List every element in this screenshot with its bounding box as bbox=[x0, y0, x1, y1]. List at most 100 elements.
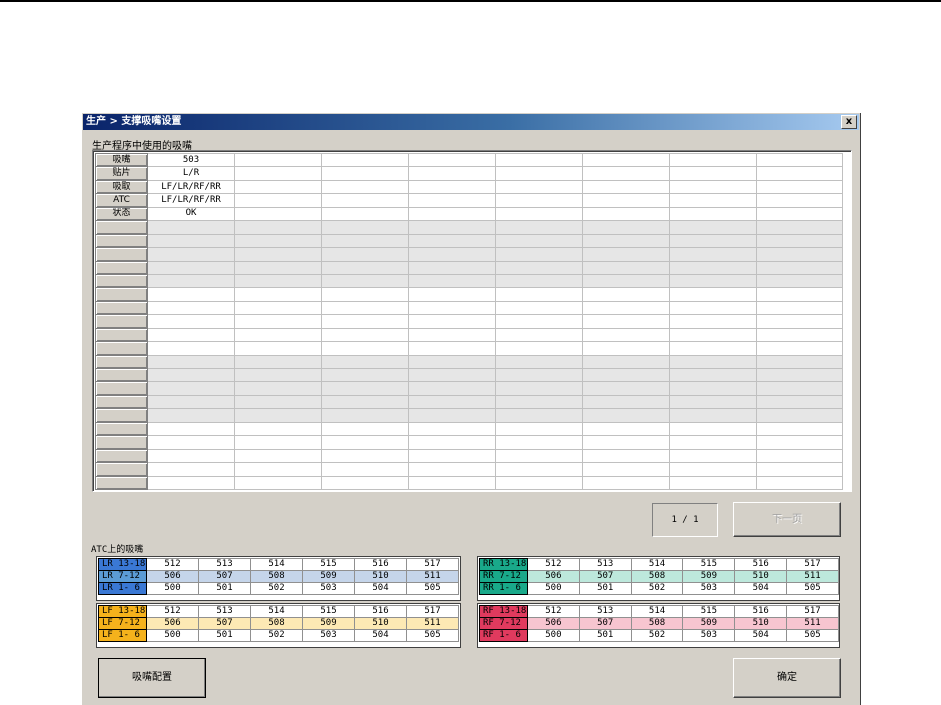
atc-nozzle-cell[interactable]: 517 bbox=[406, 605, 459, 618]
atc-nozzle-cell[interactable]: 500 bbox=[146, 582, 199, 595]
atc-nozzle-cell[interactable]: 503 bbox=[682, 582, 736, 595]
grid-cell bbox=[321, 408, 409, 423]
confirm-button[interactable]: 确定 bbox=[733, 658, 841, 698]
atc-row-label: RR 1- 6 bbox=[479, 582, 528, 595]
atc-nozzle-cell[interactable]: 510 bbox=[734, 617, 788, 630]
atc-nozzle-cell[interactable]: 511 bbox=[406, 617, 459, 630]
atc-nozzle-cell[interactable]: 509 bbox=[302, 617, 355, 630]
atc-nozzle-cell[interactable]: 512 bbox=[146, 558, 199, 571]
atc-nozzle-cell[interactable]: 504 bbox=[734, 629, 788, 642]
atc-nozzle-cell[interactable]: 509 bbox=[682, 617, 736, 630]
atc-nozzle-cell[interactable]: 502 bbox=[250, 582, 303, 595]
nozzle-config-button[interactable]: 吸嘴配置 bbox=[98, 658, 206, 698]
atc-nozzle-cell[interactable]: 510 bbox=[734, 570, 788, 583]
atc-nozzle-cell[interactable]: 501 bbox=[578, 582, 632, 595]
atc-nozzle-cell[interactable]: 504 bbox=[354, 582, 407, 595]
grid-cell bbox=[234, 354, 322, 370]
atc-nozzle-cell[interactable]: 504 bbox=[734, 582, 788, 595]
atc-nozzle-cell[interactable]: 514 bbox=[630, 558, 684, 571]
atc-nozzle-cell[interactable]: 501 bbox=[578, 629, 632, 642]
atc-nozzle-cell[interactable]: 508 bbox=[630, 570, 684, 583]
atc-nozzle-cell[interactable]: 515 bbox=[682, 605, 736, 618]
atc-nozzle-cell[interactable]: 513 bbox=[198, 558, 251, 571]
atc-nozzle-cell[interactable]: 513 bbox=[578, 558, 632, 571]
atc-nozzle-cell[interactable]: 501 bbox=[198, 582, 251, 595]
atc-nozzle-cell[interactable]: 513 bbox=[198, 605, 251, 618]
atc-nozzle-cell[interactable]: 515 bbox=[682, 558, 736, 571]
grid-cell bbox=[234, 166, 322, 181]
atc-nozzle-cell[interactable]: 502 bbox=[630, 582, 684, 595]
grid-cell bbox=[234, 260, 322, 275]
atc-nozzle-cell[interactable]: 517 bbox=[786, 605, 839, 618]
close-button[interactable]: x bbox=[841, 115, 857, 129]
atc-nozzle-cell[interactable]: 505 bbox=[406, 582, 459, 595]
atc-nozzle-cell[interactable]: 515 bbox=[302, 605, 355, 618]
atc-nozzle-cell[interactable]: 506 bbox=[526, 617, 580, 630]
atc-nozzle-cell[interactable]: 510 bbox=[354, 617, 407, 630]
atc-nozzle-cell[interactable]: 504 bbox=[354, 629, 407, 642]
grid-cell bbox=[756, 193, 843, 208]
atc-nozzle-cell[interactable]: 503 bbox=[682, 629, 736, 642]
atc-nozzle-cell[interactable]: 503 bbox=[302, 629, 355, 642]
row-header bbox=[95, 341, 148, 356]
grid-cell bbox=[321, 233, 409, 249]
atc-nozzle-cell[interactable]: 501 bbox=[198, 629, 251, 642]
next-page-button[interactable]: 下一页 bbox=[733, 502, 841, 537]
atc-row: RR 1- 6 500 501 502 503 504 505 bbox=[479, 582, 839, 595]
atc-nozzle-cell[interactable]: 516 bbox=[734, 558, 788, 571]
atc-nozzle-cell[interactable]: 515 bbox=[302, 558, 355, 571]
atc-nozzle-cell[interactable]: 516 bbox=[354, 558, 407, 571]
atc-nozzle-cell[interactable]: 507 bbox=[198, 570, 251, 583]
grid-cell bbox=[669, 152, 757, 168]
grid-cell bbox=[321, 260, 409, 275]
atc-nozzle-cell[interactable]: 512 bbox=[526, 558, 580, 571]
atc-nozzle-cell[interactable]: 506 bbox=[526, 570, 580, 583]
atc-nozzle-cell[interactable]: 513 bbox=[578, 605, 632, 618]
atc-nozzle-cell[interactable]: 500 bbox=[526, 582, 580, 595]
atc-nozzle-cell[interactable]: 507 bbox=[198, 617, 251, 630]
atc-nozzle-cell[interactable]: 509 bbox=[302, 570, 355, 583]
used-nozzles-grid[interactable]: 吸嘴 503 贴片 L/R 吸取 LF/LR/RF/RR ATC LF/LR/RF/RR 状态 O… bbox=[92, 150, 852, 492]
grid-cell bbox=[234, 287, 322, 302]
atc-nozzle-cell[interactable]: 503 bbox=[302, 582, 355, 595]
atc-nozzle-cell[interactable]: 505 bbox=[786, 582, 839, 595]
atc-nozzles-label: ATC上的吸嘴 bbox=[91, 545, 144, 555]
atc-nozzle-cell[interactable]: 502 bbox=[630, 629, 684, 642]
atc-nozzle-cell[interactable]: 512 bbox=[146, 605, 199, 618]
atc-nozzle-cell[interactable]: 506 bbox=[146, 617, 199, 630]
atc-nozzle-cell[interactable]: 508 bbox=[250, 570, 303, 583]
atc-nozzle-cell[interactable]: 511 bbox=[786, 570, 839, 583]
atc-nozzle-cell[interactable]: 511 bbox=[406, 570, 459, 583]
row-header bbox=[95, 260, 148, 275]
atc-nozzle-cell[interactable]: 502 bbox=[250, 629, 303, 642]
atc-nozzle-cell[interactable]: 507 bbox=[578, 617, 632, 630]
atc-nozzle-cell[interactable]: 512 bbox=[526, 605, 580, 618]
title-bar[interactable]: 生产 > 支撑吸嘴设置 x bbox=[83, 114, 859, 130]
grid-cell bbox=[582, 300, 670, 316]
grid-cell bbox=[147, 287, 235, 302]
atc-nozzle-cell[interactable]: 511 bbox=[786, 617, 839, 630]
grid-cell bbox=[321, 448, 409, 464]
grid-cell bbox=[495, 354, 583, 370]
atc-nozzle-cell[interactable]: 508 bbox=[630, 617, 684, 630]
atc-nozzle-cell[interactable]: 514 bbox=[250, 558, 303, 571]
atc-nozzle-cell[interactable]: 500 bbox=[526, 629, 580, 642]
atc-nozzle-cell[interactable]: 514 bbox=[630, 605, 684, 618]
row-header bbox=[95, 287, 148, 302]
atc-nozzle-cell[interactable]: 508 bbox=[250, 617, 303, 630]
atc-row: RF 1- 6 500 501 502 503 504 505 bbox=[479, 629, 839, 642]
atc-nozzle-cell[interactable]: 505 bbox=[786, 629, 839, 642]
atc-nozzle-cell[interactable]: 510 bbox=[354, 570, 407, 583]
atc-nozzle-cell[interactable]: 517 bbox=[786, 558, 839, 571]
atc-nozzle-cell[interactable]: 509 bbox=[682, 570, 736, 583]
grid-cell: LF/LR/RF/RR bbox=[147, 179, 235, 195]
atc-nozzle-cell[interactable]: 506 bbox=[146, 570, 199, 583]
atc-nozzle-cell[interactable]: 500 bbox=[146, 629, 199, 642]
atc-nozzle-cell[interactable]: 517 bbox=[406, 558, 459, 571]
atc-nozzle-cell[interactable]: 507 bbox=[578, 570, 632, 583]
atc-nozzle-cell[interactable]: 505 bbox=[406, 629, 459, 642]
atc-nozzle-cell[interactable]: 516 bbox=[354, 605, 407, 618]
grid-cell bbox=[756, 448, 843, 464]
atc-nozzle-cell[interactable]: 514 bbox=[250, 605, 303, 618]
atc-nozzle-cell[interactable]: 516 bbox=[734, 605, 788, 618]
